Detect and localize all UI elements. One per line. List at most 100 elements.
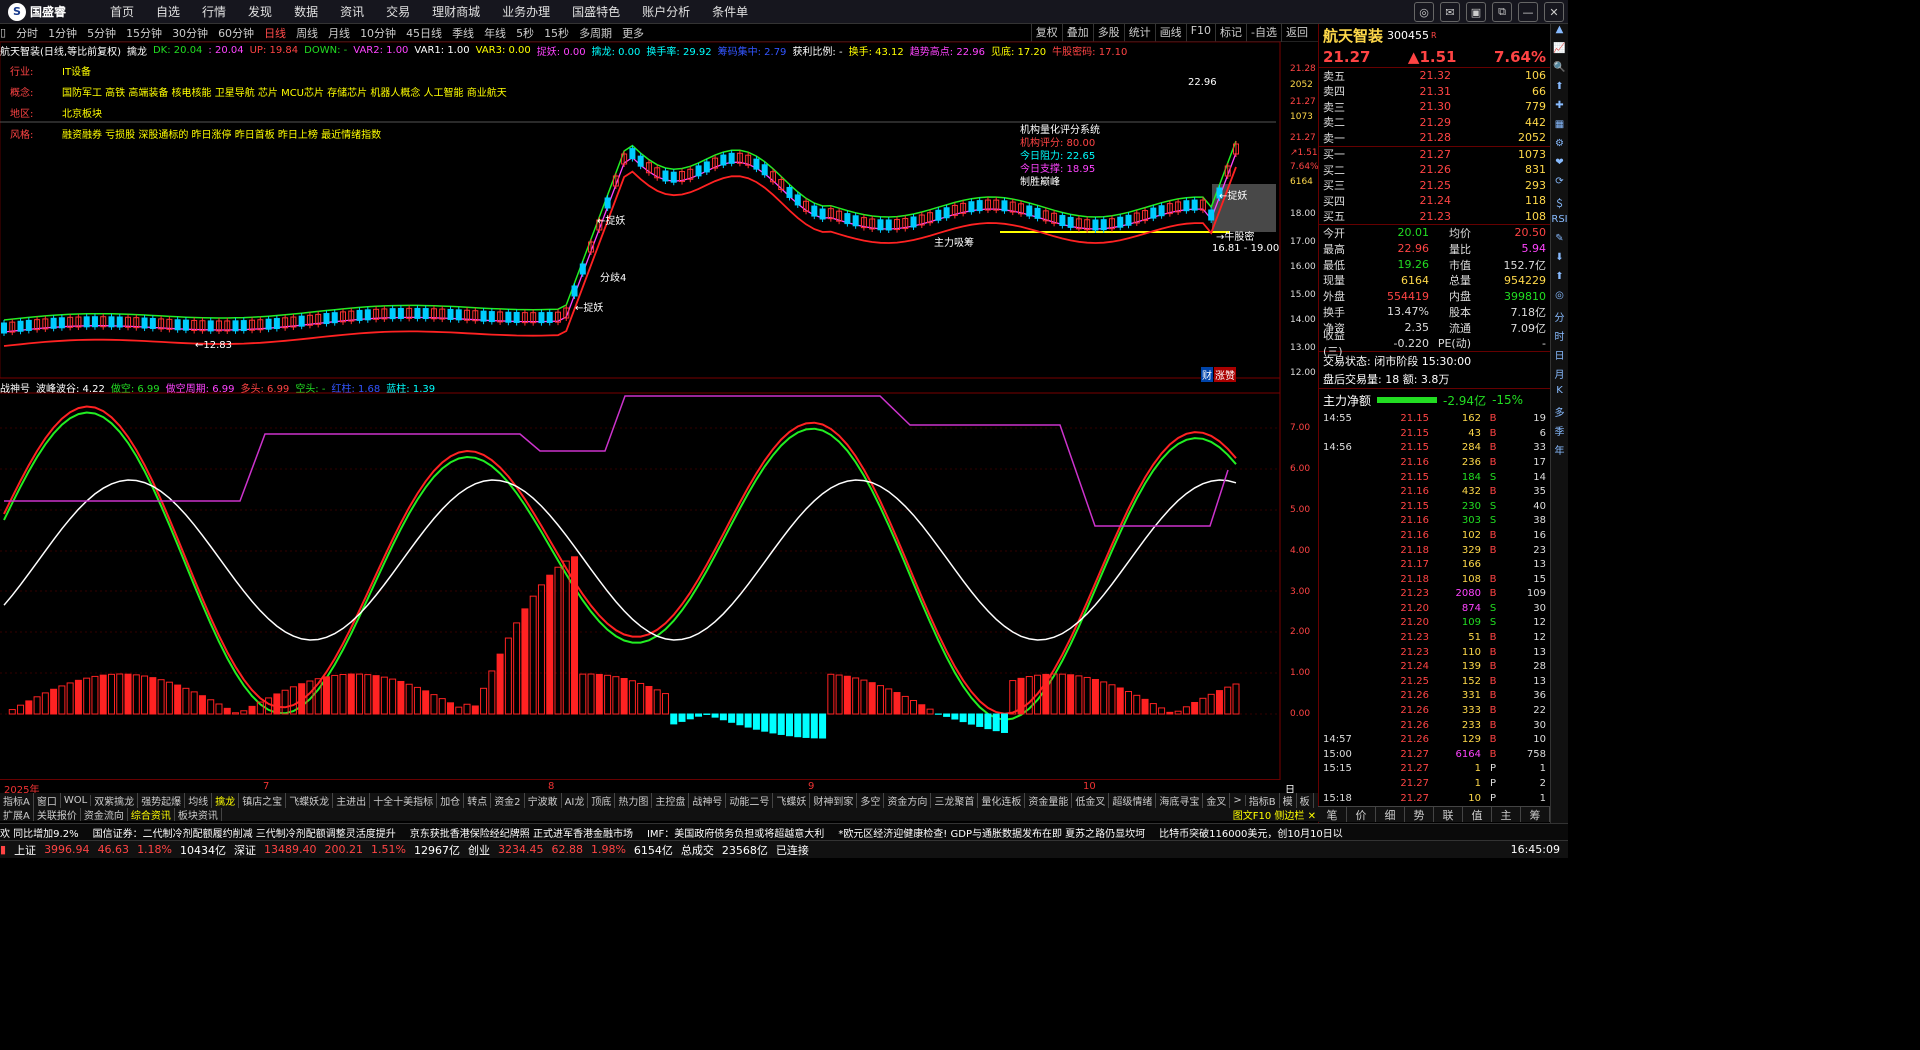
news-item[interactable]: 比特币突破116000美元，创10月10日以: [1159, 825, 1343, 840]
side-tool-icon[interactable]: ⬇: [1551, 252, 1568, 271]
quote-tab[interactable]: 细: [1376, 807, 1405, 822]
info-tab[interactable]: 资金流向: [81, 808, 128, 821]
side-tool-icon[interactable]: 分: [1551, 309, 1568, 328]
indicator-tab[interactable]: 多空: [857, 793, 885, 808]
indicator-tab[interactable]: 模: [1280, 793, 1297, 808]
quote-tab[interactable]: 笔: [1318, 807, 1347, 822]
side-tool-icon[interactable]: 多: [1551, 404, 1568, 423]
period-tab[interactable]: 多周期: [579, 25, 612, 41]
sidebar-toggle[interactable]: 图文F10 侧边栏 ✕: [1230, 808, 1320, 821]
period-tab[interactable]: 月线: [328, 25, 350, 41]
indicator-tab[interactable]: 指标A: [0, 793, 34, 808]
side-tool-icon[interactable]: ✎: [1551, 233, 1568, 252]
period-tab[interactable]: 日线: [264, 25, 286, 41]
window-button[interactable]: —: [1518, 2, 1538, 22]
quote-tab[interactable]: 值: [1463, 807, 1492, 822]
chart-tool-button[interactable]: 标记: [1215, 24, 1246, 42]
indicator-tab[interactable]: 战神号: [689, 793, 727, 808]
indicator-tab[interactable]: 资金2: [491, 793, 525, 808]
buy-row[interactable]: 买五 21.23 108: [1319, 209, 1550, 225]
side-tool-icon[interactable]: 月: [1551, 366, 1568, 385]
indicator-tab[interactable]: WOL: [61, 795, 92, 806]
side-tool-icon[interactable]: 日: [1551, 347, 1568, 366]
buy-row[interactable]: 买一 21.27 1073: [1319, 147, 1550, 163]
quote-tab[interactable]: 主: [1492, 807, 1521, 822]
period-tab[interactable]: 45日线: [406, 25, 442, 41]
menu-item[interactable]: 资讯: [340, 5, 364, 19]
side-tool-icon[interactable]: ▲: [1551, 24, 1568, 43]
period-tab[interactable]: 分时: [16, 25, 38, 41]
indicator-tab[interactable]: 转点: [464, 793, 492, 808]
indicator-tab[interactable]: 板: [1297, 793, 1314, 808]
chart-tool-button[interactable]: 复权: [1030, 24, 1062, 42]
period-tab[interactable]: 5秒: [516, 25, 534, 41]
period-tab[interactable]: 年线: [484, 25, 506, 41]
buy-row[interactable]: 买三 21.25 293: [1319, 178, 1550, 194]
info-tab[interactable]: 关联报价: [34, 808, 81, 821]
menu-item[interactable]: 业务办理: [502, 5, 550, 19]
quote-tab[interactable]: 价: [1347, 807, 1376, 822]
side-tool-icon[interactable]: 季: [1551, 423, 1568, 442]
period-tab[interactable]: 30分钟: [172, 25, 208, 41]
indicator-tab[interactable]: 海底寻宝: [1156, 793, 1204, 808]
side-tool-icon[interactable]: ❤: [1551, 157, 1568, 176]
sell-row[interactable]: 卖三 21.30 779: [1319, 99, 1550, 115]
chart-tool-button[interactable]: 叠加: [1061, 24, 1093, 42]
indicator-tab[interactable]: 量化连板: [978, 793, 1026, 808]
indicator-tab[interactable]: 指标B: [1246, 793, 1280, 808]
chart-tool-button[interactable]: 画线: [1154, 24, 1186, 42]
side-tool-icon[interactable]: 时: [1551, 328, 1568, 347]
chart-tool-button[interactable]: F10: [1185, 24, 1215, 42]
info-tab[interactable]: 板块资讯: [175, 808, 222, 821]
menu-item[interactable]: 数据: [294, 5, 318, 19]
menu-item[interactable]: 行情: [202, 5, 226, 19]
menu-item[interactable]: 交易: [386, 5, 410, 19]
buy-row[interactable]: 买四 21.24 118: [1319, 193, 1550, 209]
sell-row[interactable]: 卖五 21.32 106: [1319, 68, 1550, 84]
side-tool-icon[interactable]: ▦: [1551, 119, 1568, 138]
side-tool-icon[interactable]: ◎: [1551, 290, 1568, 309]
period-tab[interactable]: 60分钟: [218, 25, 254, 41]
chart-tool-button[interactable]: 多股: [1092, 24, 1124, 42]
tick-list[interactable]: 14:55 21.15 162 B 19 21.15 43 B 6 14:56 21.15 284 B 3…: [1319, 411, 1550, 805]
period-tab[interactable]: 15分钟: [126, 25, 162, 41]
window-button[interactable]: ✕: [1544, 2, 1564, 22]
sell-row[interactable]: 卖一 21.28 2052: [1319, 130, 1550, 146]
indicator-tab[interactable]: 主控盘: [652, 793, 690, 808]
indicator-tab[interactable]: 飞蝶妖龙: [286, 793, 334, 808]
quote-tab[interactable]: 筹: [1521, 807, 1550, 822]
news-item[interactable]: IMF：美国政府债务负担或将超越意大利: [647, 825, 824, 840]
sell-row[interactable]: 卖四 21.31 66: [1319, 84, 1550, 100]
menu-item[interactable]: 发现: [248, 5, 272, 19]
indicator-tab[interactable]: 资金量能: [1025, 793, 1073, 808]
side-tool-icon[interactable]: ⚙: [1551, 138, 1568, 157]
side-tool-icon[interactable]: ✚: [1551, 100, 1568, 119]
indicator-tab[interactable]: 擒龙: [212, 793, 240, 808]
side-tool-icon[interactable]: 📈: [1551, 43, 1568, 62]
news-item[interactable]: 欢 同比增加9.2%: [0, 825, 79, 840]
sell-row[interactable]: 卖二 21.29 442: [1319, 115, 1550, 131]
quote-tab[interactable]: 势: [1405, 807, 1434, 822]
info-tab[interactable]: 扩展A: [0, 808, 34, 821]
news-item[interactable]: *欧元区经济迎健康检查! GDP与通胀数据发布在即 夏苏之路仍显坎坷: [838, 825, 1145, 840]
period-tab[interactable]: 15秒: [544, 25, 569, 41]
indicator-tab[interactable]: 强势起爆: [138, 793, 186, 808]
chart-tool-button[interactable]: 返回: [1281, 24, 1312, 42]
period-tab[interactable]: 5分钟: [87, 25, 116, 41]
indicator-tab[interactable]: AI龙: [562, 793, 589, 808]
period-tab[interactable]: 周线: [296, 25, 318, 41]
chart-tool-button[interactable]: -自选: [1246, 24, 1281, 42]
chart-menu-icon[interactable]: ▯: [0, 26, 6, 39]
indicator-tab[interactable]: 资金方向: [884, 793, 932, 808]
news-item[interactable]: 京东获批香港保险经纪牌照 正式进军香港金融市场: [410, 825, 633, 840]
indicator-tab[interactable]: 金叉: [1203, 793, 1231, 808]
period-tab[interactable]: 10分钟: [360, 25, 396, 41]
quote-tab[interactable]: 联: [1434, 807, 1463, 822]
indicator-tab[interactable]: 三龙聚首: [931, 793, 979, 808]
indicator-tab[interactable]: 财神到家: [810, 793, 858, 808]
side-tool-icon[interactable]: 年: [1551, 442, 1568, 461]
indicator-tab[interactable]: 镇店之宝: [239, 793, 287, 808]
side-tool-icon[interactable]: ⬆: [1551, 271, 1568, 290]
indicator-tab[interactable]: 均线: [185, 793, 213, 808]
period-tab[interactable]: 1分钟: [48, 25, 77, 41]
